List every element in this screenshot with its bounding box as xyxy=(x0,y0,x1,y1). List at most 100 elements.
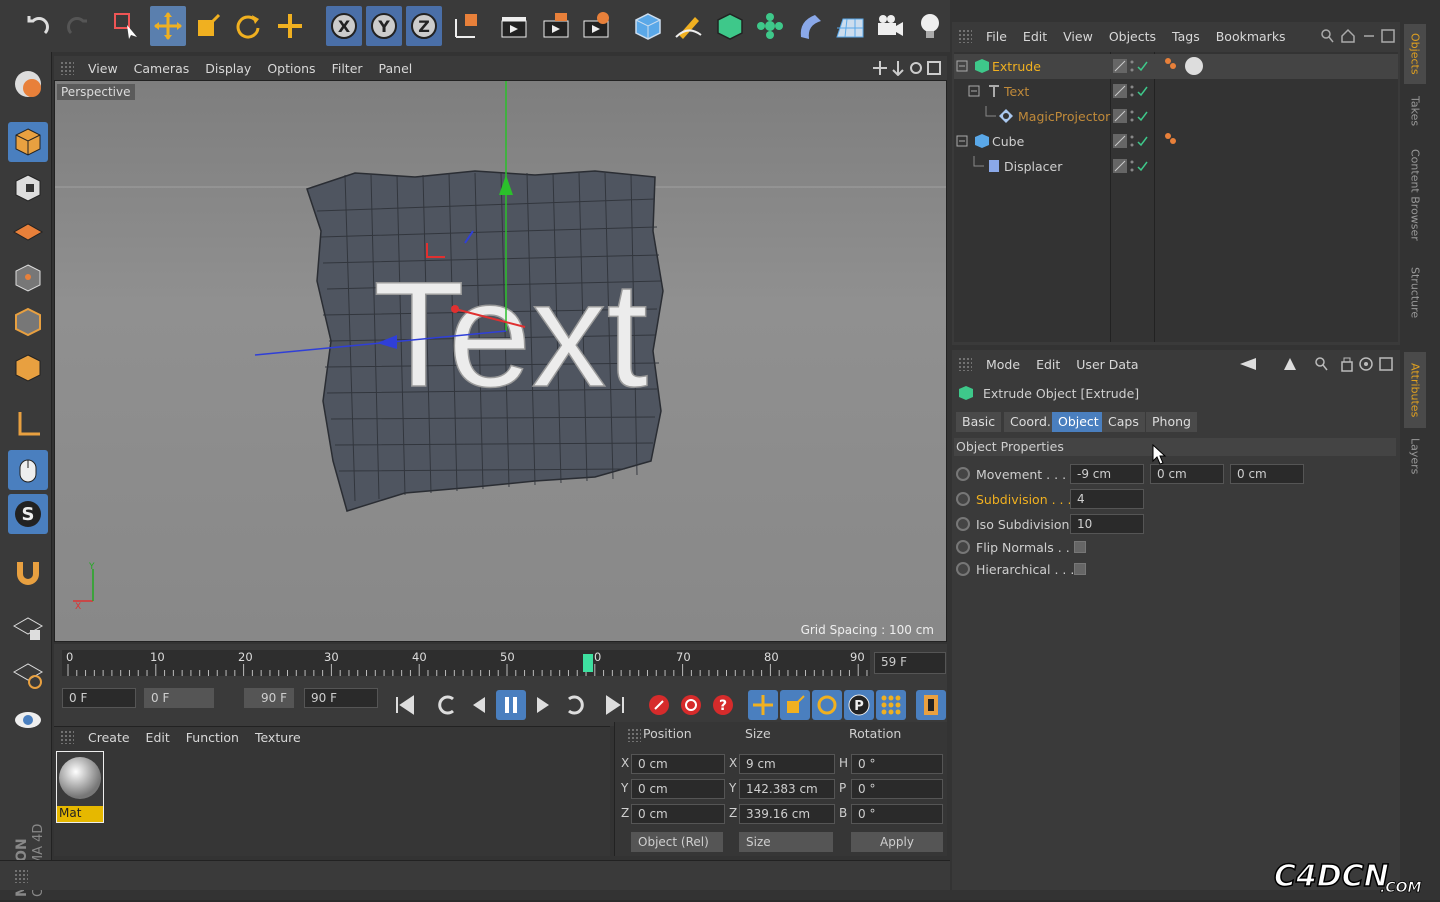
attr-menu-user-data[interactable]: User Data xyxy=(1068,357,1146,372)
model-mode-button[interactable] xyxy=(8,122,48,162)
snap-button[interactable] xyxy=(8,552,48,592)
record-position-button[interactable] xyxy=(748,690,778,720)
add-environment-button[interactable] xyxy=(832,6,868,46)
viewport-menu-panel[interactable]: Panel xyxy=(371,61,421,76)
points-mode-button[interactable] xyxy=(8,258,48,298)
material-menu-function[interactable]: Function xyxy=(178,730,247,745)
rotation-h-field[interactable]: 0 ° xyxy=(851,754,943,774)
side-tab-attributes[interactable]: Attributes xyxy=(1404,352,1426,428)
objects-menu-bookmarks[interactable]: Bookmarks xyxy=(1208,29,1294,44)
rotation-p-field[interactable]: 0 ° xyxy=(851,779,943,799)
prev-key-button[interactable] xyxy=(432,690,462,720)
render-picture-viewer-button[interactable] xyxy=(538,6,574,46)
prev-frame-button[interactable] xyxy=(464,690,494,720)
side-tab-objects[interactable]: Objects xyxy=(1404,24,1426,84)
axis-mode-button[interactable] xyxy=(8,404,48,444)
visibility-toggles[interactable] xyxy=(1112,157,1148,175)
play-pause-button[interactable] xyxy=(496,690,526,720)
object-row-displacer[interactable]: Displacer xyxy=(954,154,1398,179)
redo-button[interactable] xyxy=(60,6,96,46)
start-frame-field[interactable]: 0 F xyxy=(62,688,136,708)
tags-icons[interactable] xyxy=(1164,131,1184,153)
collapse-icon[interactable] xyxy=(956,60,968,72)
apply-button[interactable]: Apply xyxy=(851,832,943,852)
z-axis-button[interactable]: Z xyxy=(406,6,442,46)
material-menu-edit[interactable]: Edit xyxy=(138,730,178,745)
add-deformer-button[interactable] xyxy=(792,6,828,46)
add-camera-button[interactable] xyxy=(872,6,908,46)
next-frame-button[interactable] xyxy=(528,690,558,720)
rotate-tool-button[interactable] xyxy=(230,6,266,46)
end-frame-field[interactable]: 90 F xyxy=(304,688,378,708)
add-tool-button[interactable] xyxy=(272,6,308,46)
attribute-nav-icons[interactable] xyxy=(1238,356,1394,372)
panel-grip-icon[interactable] xyxy=(958,357,972,371)
panel-grip-icon[interactable] xyxy=(958,29,972,43)
add-spline-button[interactable] xyxy=(670,6,706,46)
range-end-field[interactable]: 90 F xyxy=(244,688,294,708)
planar-workplane-button[interactable] xyxy=(8,654,48,694)
edges-mode-button[interactable] xyxy=(8,302,48,342)
flip-normals-checkbox[interactable] xyxy=(1074,541,1086,553)
viewport-menu-filter[interactable]: Filter xyxy=(324,61,371,76)
record-points-button[interactable] xyxy=(876,690,906,720)
objects-menu-objects[interactable]: Objects xyxy=(1101,29,1164,44)
timeline-ruler[interactable]: 0 10 20 30 40 50 0 70 80 90 xyxy=(62,650,870,676)
animate-radio-icon[interactable] xyxy=(956,562,970,576)
collapse-icon[interactable] xyxy=(968,85,980,97)
tags-icons[interactable] xyxy=(1164,56,1208,78)
side-tab-takes[interactable]: Takes xyxy=(1404,90,1426,132)
position-x-field[interactable]: 0 cm xyxy=(631,754,725,774)
objects-menu-edit[interactable]: Edit xyxy=(1015,29,1055,44)
movement-y-field[interactable]: 0 cm xyxy=(1150,464,1224,484)
viewport-nav-icons[interactable] xyxy=(872,60,944,76)
current-frame-field[interactable]: 59 F xyxy=(874,652,946,674)
animate-radio-icon[interactable] xyxy=(956,492,970,506)
workplane-mode-button[interactable] xyxy=(8,212,48,252)
viewport-solo-button[interactable] xyxy=(8,700,48,740)
objects-menu-view[interactable]: View xyxy=(1055,29,1101,44)
polygons-mode-button[interactable] xyxy=(8,348,48,388)
go-to-end-button[interactable] xyxy=(600,690,630,720)
lock-workplane-button[interactable] xyxy=(8,608,48,648)
add-mograph-button[interactable] xyxy=(752,6,788,46)
panel-grip-icon[interactable] xyxy=(60,61,74,75)
scale-tool-button[interactable] xyxy=(190,6,226,46)
visibility-toggles[interactable] xyxy=(1112,107,1148,125)
next-key-button[interactable] xyxy=(560,690,590,720)
add-light-button[interactable] xyxy=(912,6,948,46)
object-row-cube[interactable]: Cube xyxy=(954,129,1398,154)
panel-grip-icon[interactable] xyxy=(14,869,28,883)
hierarchical-checkbox[interactable] xyxy=(1074,563,1086,575)
position-z-field[interactable]: 0 cm xyxy=(631,804,725,824)
record-scale-button[interactable] xyxy=(780,690,810,720)
animate-radio-icon[interactable] xyxy=(956,467,970,481)
tab-coord[interactable]: Coord. xyxy=(1004,412,1057,432)
viewport-menu-cameras[interactable]: Cameras xyxy=(126,61,198,76)
playhead[interactable] xyxy=(583,654,593,672)
record-button[interactable] xyxy=(644,690,674,720)
subdivision-field[interactable]: 4 xyxy=(1070,489,1144,509)
movement-x-field[interactable]: -9 cm xyxy=(1070,464,1144,484)
tab-object[interactable]: Object xyxy=(1052,412,1105,432)
object-row-extrude[interactable]: Extrude xyxy=(954,54,1398,79)
move-tool-button[interactable] xyxy=(150,6,186,46)
size-mode-select[interactable]: Size xyxy=(739,832,833,852)
objects-menu-tags[interactable]: Tags xyxy=(1164,29,1208,44)
size-y-field[interactable]: 142.383 cm xyxy=(739,779,835,799)
tab-phong[interactable]: Phong xyxy=(1146,412,1197,432)
visibility-toggles[interactable] xyxy=(1112,132,1148,150)
visibility-toggles[interactable] xyxy=(1112,82,1148,100)
record-rotation-button[interactable] xyxy=(812,690,842,720)
viewport-menu-view[interactable]: View xyxy=(80,61,126,76)
make-editable-button[interactable] xyxy=(8,64,48,104)
go-to-start-button[interactable] xyxy=(390,690,420,720)
material-swatch[interactable]: Mat xyxy=(56,751,104,823)
side-tab-layers[interactable]: Layers xyxy=(1404,432,1426,480)
3d-viewport[interactable]: Text Y X Perspective Grid Spacing : 100 … xyxy=(54,80,947,642)
range-start-field[interactable]: 0 F xyxy=(144,688,214,708)
iso-subdivision-field[interactable]: 10 xyxy=(1070,514,1144,534)
object-manager-tools[interactable] xyxy=(1320,28,1396,44)
material-menu-texture[interactable]: Texture xyxy=(247,730,309,745)
movement-z-field[interactable]: 0 cm xyxy=(1230,464,1304,484)
